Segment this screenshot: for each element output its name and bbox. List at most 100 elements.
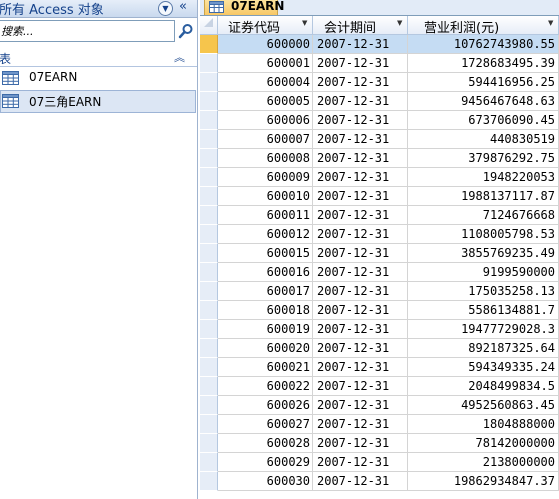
cell-code[interactable]: 600010 xyxy=(218,187,313,206)
cell-operating-profit[interactable]: 19862934847.37 xyxy=(408,472,559,491)
row-selector[interactable] xyxy=(200,35,218,54)
cell-operating-profit[interactable]: 440830519 xyxy=(408,130,559,149)
nav-pane-header[interactable]: 所有 Access 对象 ▼ « xyxy=(0,0,197,18)
cell-period[interactable]: 2007-12-31 xyxy=(313,282,408,301)
cell-code[interactable]: 600026 xyxy=(218,396,313,415)
table-row[interactable]: 600000 2007-12-31 10762743980.55 xyxy=(200,35,559,54)
table-row[interactable]: 600027 2007-12-31 1804888000 xyxy=(200,415,559,434)
cell-code[interactable]: 600018 xyxy=(218,301,313,320)
cell-period[interactable]: 2007-12-31 xyxy=(313,73,408,92)
cell-operating-profit[interactable]: 175035258.13 xyxy=(408,282,559,301)
cell-operating-profit[interactable]: 5586134881.7 xyxy=(408,301,559,320)
nav-pane-title[interactable]: 所有 Access 对象 xyxy=(0,0,104,18)
row-selector[interactable] xyxy=(200,415,218,434)
row-selector[interactable] xyxy=(200,453,218,472)
cell-operating-profit[interactable]: 892187325.64 xyxy=(408,339,559,358)
table-row[interactable]: 600008 2007-12-31 379876292.75 xyxy=(200,149,559,168)
cell-period[interactable]: 2007-12-31 xyxy=(313,206,408,225)
row-selector[interactable] xyxy=(200,206,218,225)
table-row[interactable]: 600001 2007-12-31 1728683495.39 xyxy=(200,54,559,73)
cell-period[interactable]: 2007-12-31 xyxy=(313,263,408,282)
cell-period[interactable]: 2007-12-31 xyxy=(313,434,408,453)
row-selector[interactable] xyxy=(200,396,218,415)
table-row[interactable]: 600018 2007-12-31 5586134881.7 xyxy=(200,301,559,320)
table-row[interactable]: 600012 2007-12-31 1108005798.53 xyxy=(200,225,559,244)
double-chevron-up-icon[interactable]: ︽ xyxy=(174,49,185,65)
cell-operating-profit[interactable]: 9456467648.63 xyxy=(408,92,559,111)
cell-period[interactable]: 2007-12-31 xyxy=(313,472,408,491)
cell-code[interactable]: 600012 xyxy=(218,225,313,244)
row-selector[interactable] xyxy=(200,472,218,491)
search-input[interactable] xyxy=(0,21,171,41)
cell-period[interactable]: 2007-12-31 xyxy=(313,35,408,54)
row-selector[interactable] xyxy=(200,92,218,111)
row-selector[interactable] xyxy=(200,358,218,377)
table-row[interactable]: 600028 2007-12-31 78142000000 xyxy=(200,434,559,453)
nav-item-07earn[interactable]: 07EARN xyxy=(0,67,196,90)
cell-code[interactable]: 600020 xyxy=(218,339,313,358)
cell-period[interactable]: 2007-12-31 xyxy=(313,225,408,244)
table-row[interactable]: 600006 2007-12-31 673706090.45 xyxy=(200,111,559,130)
cell-operating-profit[interactable]: 2138000000 xyxy=(408,453,559,472)
cell-code[interactable]: 600001 xyxy=(218,54,313,73)
table-row[interactable]: 600007 2007-12-31 440830519 xyxy=(200,130,559,149)
cell-code[interactable]: 600011 xyxy=(218,206,313,225)
cell-code[interactable]: 600004 xyxy=(218,73,313,92)
row-selector[interactable] xyxy=(200,301,218,320)
cell-operating-profit[interactable]: 594416956.25 xyxy=(408,73,559,92)
datasheet-grid[interactable]: 证券代码 ▼ 会计期间 ▼ 营业利润(元) ▼ 600000 2007-12-31… xyxy=(200,16,559,499)
dropdown-arrow-icon[interactable]: ▼ xyxy=(397,19,402,27)
cell-operating-profit[interactable]: 1108005798.53 xyxy=(408,225,559,244)
cell-operating-profit[interactable]: 673706090.45 xyxy=(408,111,559,130)
dropdown-arrow-icon[interactable]: ▼ xyxy=(548,19,553,27)
cell-operating-profit[interactable]: 4952560863.45 xyxy=(408,396,559,415)
cell-code[interactable]: 600009 xyxy=(218,168,313,187)
row-selector[interactable] xyxy=(200,187,218,206)
cell-code[interactable]: 600029 xyxy=(218,453,313,472)
row-selector[interactable] xyxy=(200,225,218,244)
cell-period[interactable]: 2007-12-31 xyxy=(313,54,408,73)
cell-code[interactable]: 600016 xyxy=(218,263,313,282)
cell-period[interactable]: 2007-12-31 xyxy=(313,358,408,377)
cell-period[interactable]: 2007-12-31 xyxy=(313,320,408,339)
table-row[interactable]: 600004 2007-12-31 594416956.25 xyxy=(200,73,559,92)
cell-operating-profit[interactable]: 1804888000 xyxy=(408,415,559,434)
cell-code[interactable]: 600005 xyxy=(218,92,313,111)
cell-code[interactable]: 600017 xyxy=(218,282,313,301)
row-selector[interactable] xyxy=(200,434,218,453)
cell-period[interactable]: 2007-12-31 xyxy=(313,111,408,130)
cell-period[interactable]: 2007-12-31 xyxy=(313,130,408,149)
cell-code[interactable]: 600019 xyxy=(218,320,313,339)
table-row[interactable]: 600015 2007-12-31 3855769235.49 xyxy=(200,244,559,263)
table-row[interactable]: 600021 2007-12-31 594349335.24 xyxy=(200,358,559,377)
cell-code[interactable]: 600021 xyxy=(218,358,313,377)
column-header-period[interactable]: 会计期间 ▼ xyxy=(313,16,408,36)
table-row[interactable]: 600011 2007-12-31 7124676668 xyxy=(200,206,559,225)
cell-code[interactable]: 600030 xyxy=(218,472,313,491)
cell-period[interactable]: 2007-12-31 xyxy=(313,168,408,187)
cell-code[interactable]: 600006 xyxy=(218,111,313,130)
cell-period[interactable]: 2007-12-31 xyxy=(313,244,408,263)
table-row[interactable]: 600026 2007-12-31 4952560863.45 xyxy=(200,396,559,415)
cell-period[interactable]: 2007-12-31 xyxy=(313,396,408,415)
cell-code[interactable]: 600007 xyxy=(218,130,313,149)
cell-period[interactable]: 2007-12-31 xyxy=(313,453,408,472)
row-selector[interactable] xyxy=(200,263,218,282)
dropdown-arrow-icon[interactable]: ▼ xyxy=(302,19,307,27)
cell-code[interactable]: 600015 xyxy=(218,244,313,263)
cell-period[interactable]: 2007-12-31 xyxy=(313,187,408,206)
table-row[interactable]: 600029 2007-12-31 2138000000 xyxy=(200,453,559,472)
cell-period[interactable]: 2007-12-31 xyxy=(313,377,408,396)
table-row[interactable]: 600019 2007-12-31 19477729028.3 xyxy=(200,320,559,339)
cell-period[interactable]: 2007-12-31 xyxy=(313,149,408,168)
row-selector[interactable] xyxy=(200,377,218,396)
tab-07earn[interactable]: 07EARN xyxy=(204,0,284,15)
row-selector[interactable] xyxy=(200,111,218,130)
double-chevron-left-icon[interactable]: « xyxy=(179,0,187,14)
chevron-down-circle-icon[interactable]: ▼ xyxy=(158,1,173,16)
cell-operating-profit[interactable]: 2048499834.5 xyxy=(408,377,559,396)
row-selector[interactable] xyxy=(200,320,218,339)
row-selector[interactable] xyxy=(200,168,218,187)
table-row[interactable]: 600022 2007-12-31 2048499834.5 xyxy=(200,377,559,396)
table-row[interactable]: 600016 2007-12-31 9199590000 xyxy=(200,263,559,282)
